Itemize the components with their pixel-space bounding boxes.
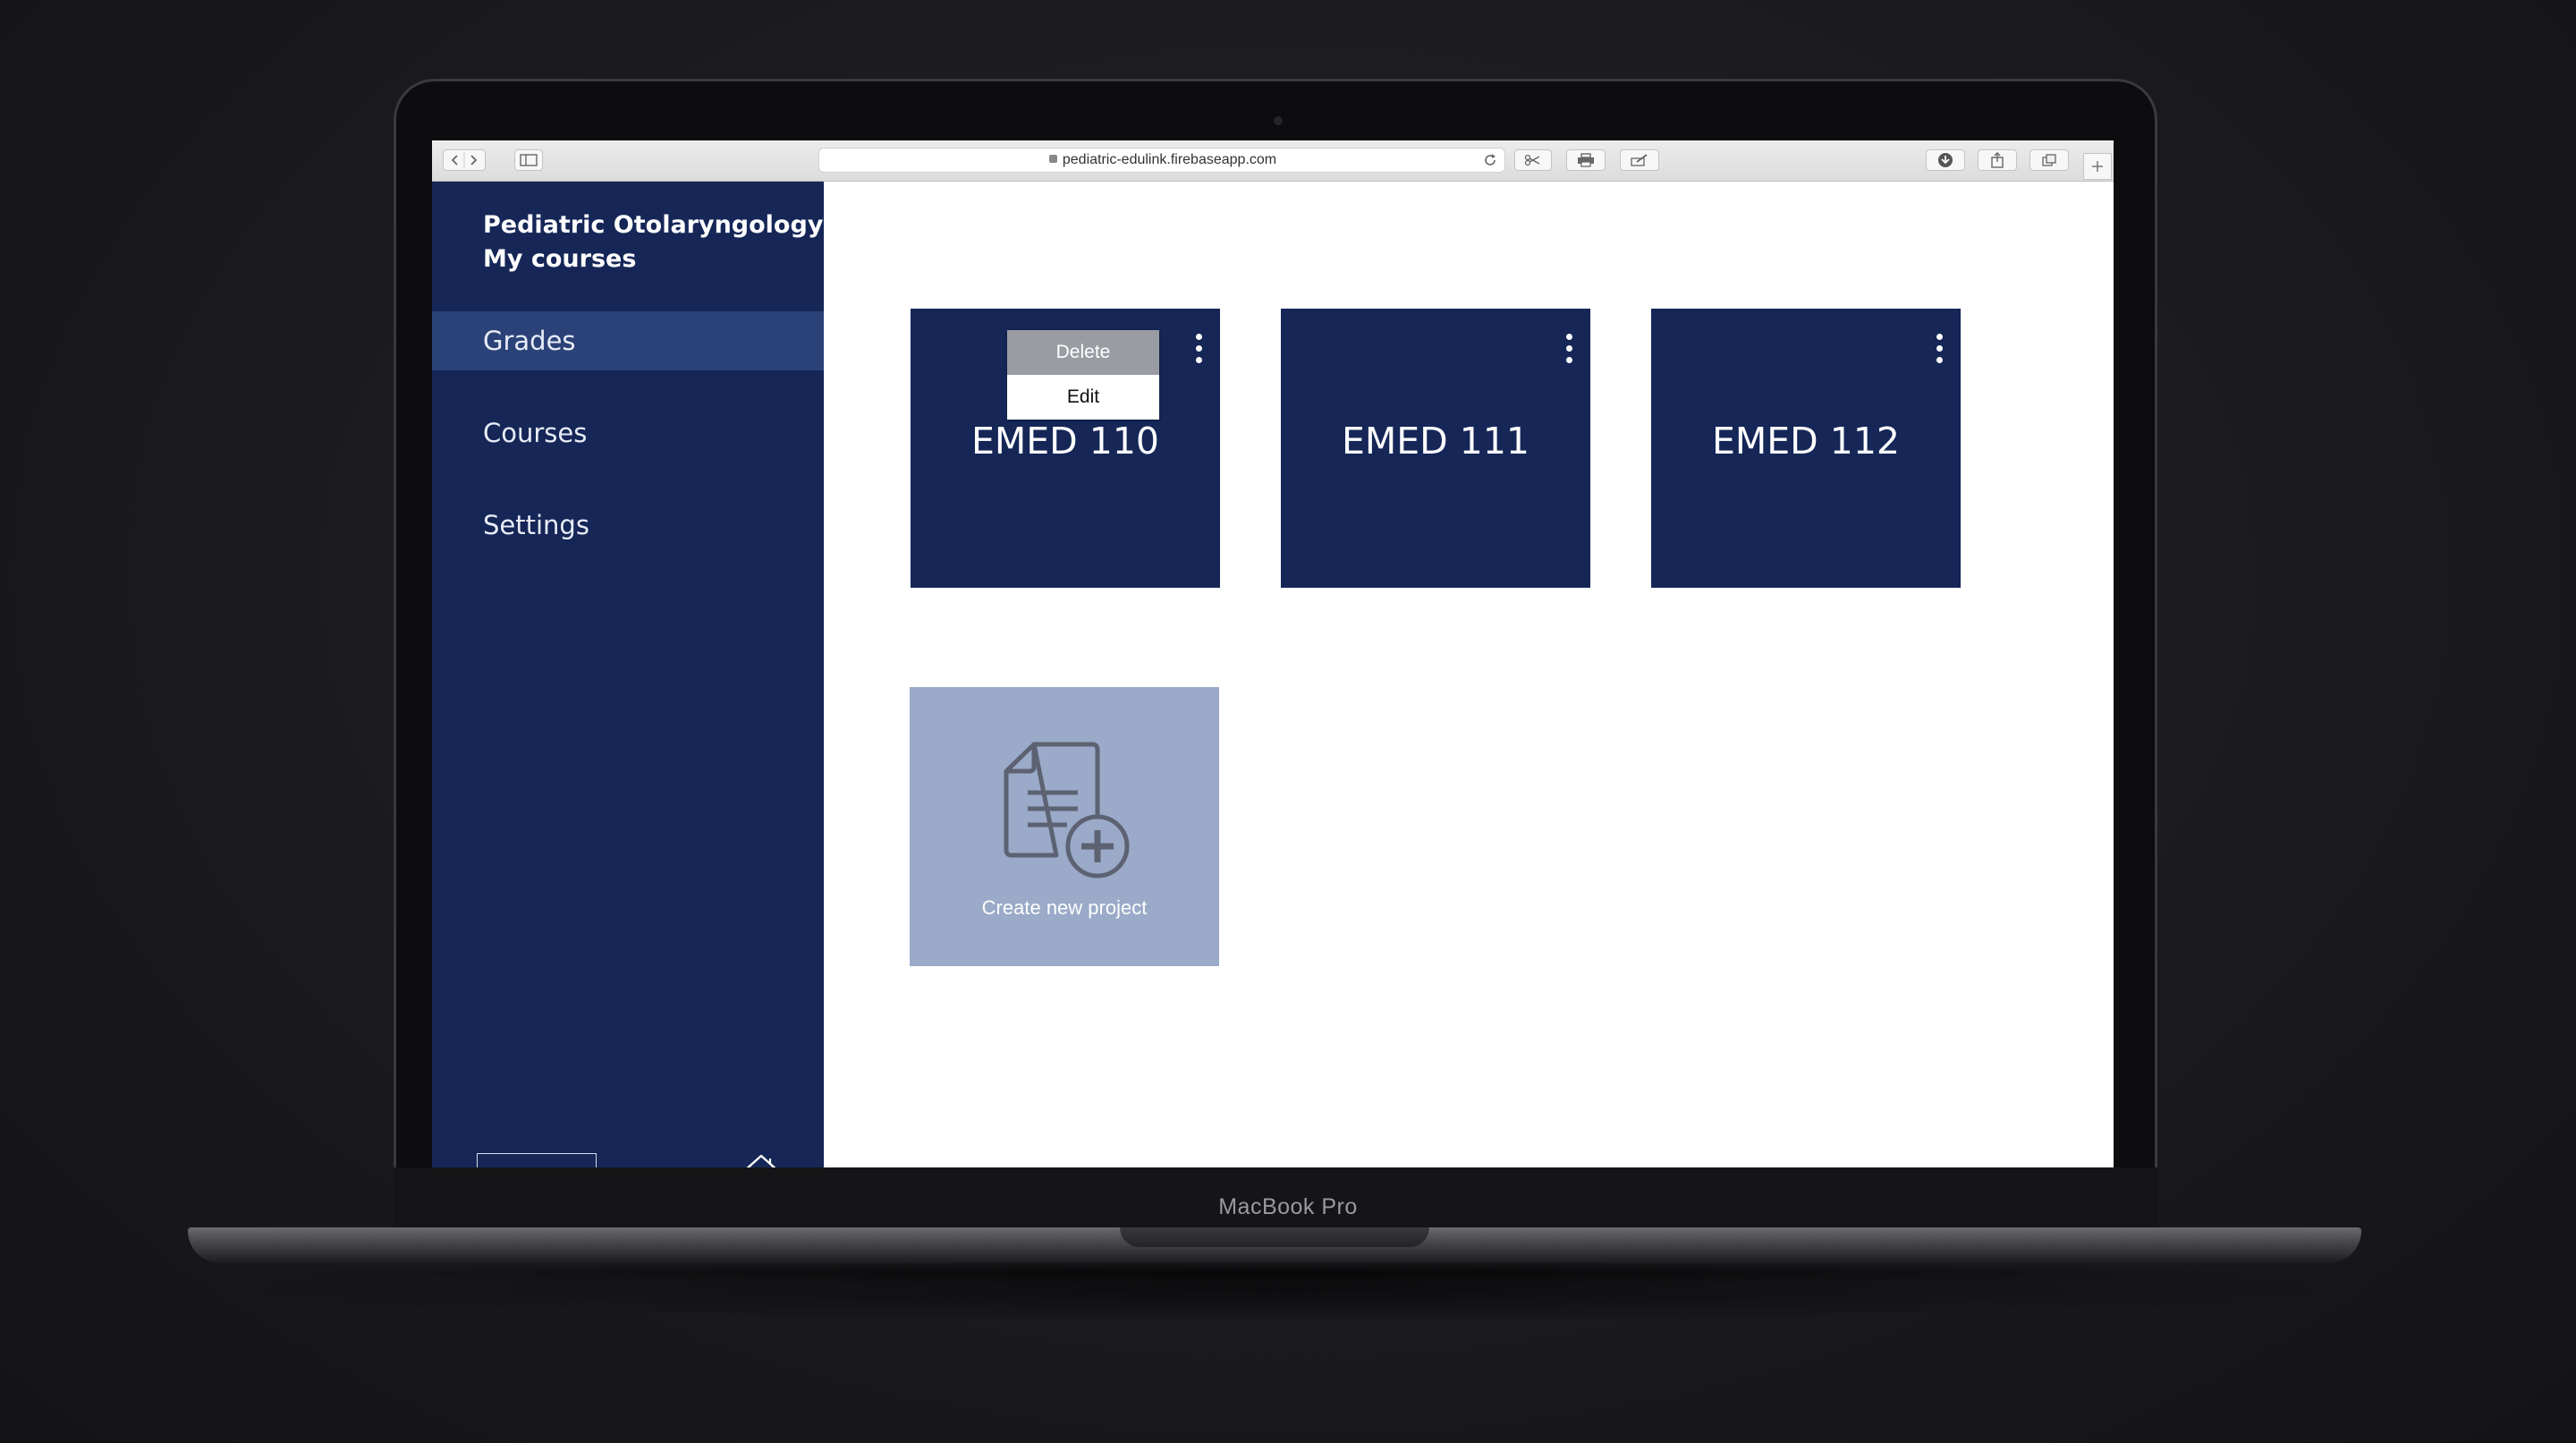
- address-bar[interactable]: pediatric-edulink.firebaseapp.com: [818, 148, 1505, 173]
- sidebar-item-courses[interactable]: Courses: [432, 403, 824, 463]
- sidebar-item-label: Grades: [483, 326, 576, 356]
- markup-button[interactable]: [1620, 149, 1659, 171]
- plus-icon: [2092, 161, 2103, 172]
- printer-icon: [1578, 153, 1594, 167]
- course-title: EMED 112: [1711, 420, 1901, 463]
- base-shadow: [233, 1261, 2317, 1285]
- url-text: pediatric-edulink.firebaseapp.com: [1062, 152, 1277, 167]
- lock-icon: [1048, 155, 1057, 164]
- document-add-icon: [1004, 742, 1130, 879]
- sidebar: Pediatric Otolaryngology My courses Grad…: [432, 182, 824, 1167]
- share-button[interactable]: [1978, 149, 2017, 171]
- print-button[interactable]: [1566, 149, 1606, 171]
- scissors-icon: [1524, 154, 1540, 166]
- download-icon: [1938, 153, 1953, 167]
- home-icon[interactable]: [741, 1150, 781, 1167]
- sidebar-toggle-button[interactable]: [514, 149, 543, 171]
- course-card-emed-110[interactable]: EMED 110 Delete Edit: [911, 309, 1220, 588]
- chevron-back-forward-icon: [451, 152, 478, 168]
- new-tab-button[interactable]: [2083, 153, 2112, 180]
- laptop-notch: [1120, 1227, 1429, 1247]
- share-icon: [1991, 152, 2004, 168]
- main-content: EMED 110 Delete Edit EMED 111 EMED 112 C…: [824, 182, 2114, 1167]
- create-project-card[interactable]: Create new project: [910, 687, 1219, 966]
- more-options-icon[interactable]: [1190, 330, 1208, 366]
- app-title: Pediatric Otolaryngology My courses: [483, 208, 823, 276]
- create-project-label: Create new project: [981, 896, 1148, 919]
- sidebar-item-label: Settings: [483, 510, 589, 540]
- sidebar-icon: [520, 154, 538, 166]
- app-title-line2: My courses: [483, 245, 637, 273]
- clip-button[interactable]: [1514, 149, 1552, 171]
- camera: [1274, 116, 1283, 125]
- logout-button[interactable]: Logout: [477, 1153, 597, 1167]
- more-options-icon[interactable]: [1560, 330, 1578, 366]
- tabs-icon: [2042, 154, 2056, 166]
- sidebar-item-settings[interactable]: Settings: [432, 496, 824, 555]
- sidebar-item-label: Courses: [483, 418, 588, 448]
- course-title: EMED 111: [1341, 420, 1530, 463]
- tabs-overview-button[interactable]: [2029, 149, 2069, 171]
- menu-item-delete[interactable]: Delete: [1007, 330, 1159, 375]
- screen: pediatric-edulink.firebaseapp.com Pediat…: [432, 140, 2114, 1167]
- downloads-button[interactable]: [1926, 149, 1965, 171]
- app-title-line1: Pediatric Otolaryngology: [483, 211, 824, 239]
- sidebar-item-grades[interactable]: Grades: [432, 311, 824, 370]
- course-card-emed-112[interactable]: EMED 112: [1651, 309, 1961, 588]
- reload-icon[interactable]: [1483, 153, 1497, 167]
- course-card-emed-111[interactable]: EMED 111: [1281, 309, 1590, 588]
- course-title: EMED 110: [970, 420, 1160, 463]
- more-options-icon[interactable]: [1930, 330, 1948, 366]
- back-forward-buttons[interactable]: [443, 149, 486, 171]
- pen-icon: [1631, 154, 1648, 166]
- menu-item-edit[interactable]: Edit: [1007, 375, 1159, 420]
- device-label: MacBook Pro: [1218, 1194, 1358, 1219]
- browser-toolbar: pediatric-edulink.firebaseapp.com: [432, 140, 2114, 182]
- context-menu: Delete Edit: [1007, 330, 1159, 420]
